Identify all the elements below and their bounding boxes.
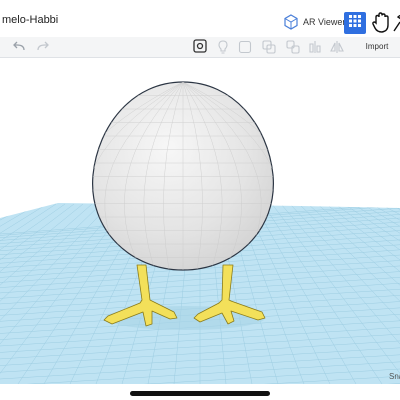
ungroup-icon[interactable]	[286, 40, 300, 59]
lightbulb-icon[interactable]	[218, 40, 228, 59]
ar-viewer-button[interactable]: AR Viewer	[283, 12, 345, 32]
home-indicator	[130, 391, 270, 396]
ar-viewer-label: AR Viewer	[303, 17, 346, 27]
view-toggle-icon[interactable]	[193, 39, 207, 58]
redo-icon[interactable]	[36, 40, 50, 58]
design-title[interactable]: melo-Habbi	[2, 14, 58, 26]
grid-icon	[349, 14, 361, 32]
hand-icon[interactable]	[372, 12, 390, 39]
grid-view-button[interactable]	[344, 12, 366, 34]
ar-cube-icon	[283, 14, 299, 30]
undo-icon[interactable]	[12, 40, 26, 58]
import-button[interactable]: Import	[356, 38, 398, 54]
group-icon[interactable]	[262, 40, 276, 59]
tools-icon[interactable]	[393, 14, 400, 37]
mirror-icon[interactable]	[330, 40, 344, 59]
shape-outline-icon[interactable]	[238, 40, 252, 59]
snap-grid-label[interactable]: Sna	[389, 372, 400, 381]
align-icon[interactable]	[308, 40, 322, 59]
3d-viewport[interactable]	[0, 58, 400, 384]
